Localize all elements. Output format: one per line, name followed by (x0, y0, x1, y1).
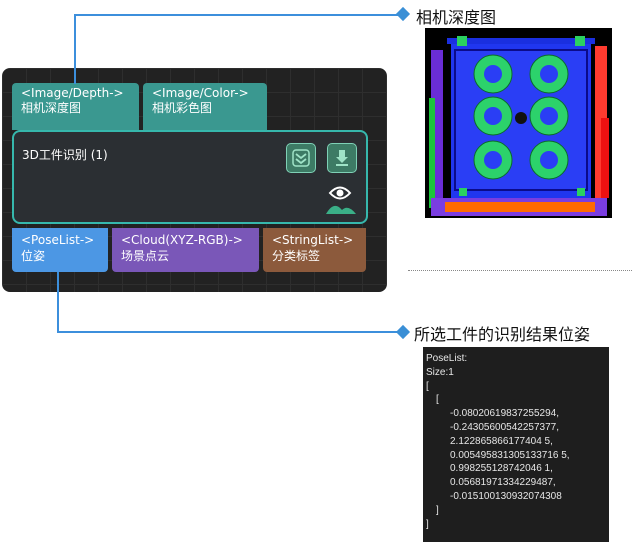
input-port-depth[interactable]: <Image/Depth-> 相机深度图 (12, 83, 139, 130)
connector-diamond-icon (395, 6, 411, 22)
pose-inner-open: [ (436, 394, 439, 406)
pose-output-panel: PoseList: Size:1 [ [ -0.0802061983725529… (423, 347, 609, 542)
port-name: 场景点云 (121, 249, 170, 263)
input-port-color[interactable]: <Image/Color-> 相机彩色图 (143, 83, 267, 130)
depth-image (425, 28, 612, 218)
pose-header: PoseList: (426, 353, 468, 364)
depth-callout-label: 相机深度图 (416, 8, 497, 27)
output-port-poselist[interactable]: <PoseList-> 位姿 (12, 228, 108, 272)
pose-value: 0.05681971334229487, (450, 477, 556, 489)
collapse-button[interactable] (286, 143, 316, 173)
port-name: 位姿 (21, 249, 46, 263)
connector-depth-vertical (74, 14, 76, 84)
pose-value: -0.015100130932074308 (450, 490, 562, 502)
pose-value: -0.24305600542257377, (450, 421, 559, 433)
separator (408, 270, 632, 271)
connector-pose-vertical (57, 272, 59, 333)
port-type: <StringList-> (272, 233, 354, 247)
pose-callout-label: 所选工件的识别结果位姿 (414, 325, 591, 344)
output-port-cloud[interactable]: <Cloud(XYZ-RGB)-> 场景点云 (112, 228, 259, 272)
port-name: 相机深度图 (21, 101, 82, 115)
download-button[interactable] (327, 143, 357, 173)
download-icon (336, 150, 348, 166)
pose-value: 0.998255128742046 1, (450, 463, 553, 475)
pose-value: -0.08020619837255294, (450, 408, 559, 420)
port-type: <PoseList-> (21, 233, 95, 247)
pose-value: 2.122865866177404 5, (450, 435, 553, 447)
node-title: 3D工件识别 (1) (22, 148, 108, 162)
port-type: <Cloud(XYZ-RGB)-> (121, 233, 243, 247)
connector-diamond-icon (395, 324, 411, 340)
eye-visibility-icon[interactable] (322, 182, 358, 218)
pose-close-bracket: ] (426, 518, 429, 530)
connector-depth-horizontal (74, 14, 400, 16)
port-type: <Image/Color-> (152, 86, 249, 100)
connector-pose-horizontal (57, 331, 400, 333)
port-name: 分类标签 (272, 249, 321, 263)
pose-size: Size:1 (426, 366, 454, 378)
pose-value: 0.005495831305133716 5, (450, 449, 570, 461)
step-node-3d-workpiece[interactable]: 3D工件识别 (1) (12, 130, 368, 224)
chevron-double-down-icon (292, 149, 310, 167)
pose-inner-close: ] (436, 504, 439, 516)
port-name: 相机彩色图 (152, 101, 213, 115)
output-port-stringlist[interactable]: <StringList-> 分类标签 (263, 228, 366, 272)
port-type: <Image/Depth-> (21, 86, 124, 100)
pose-open-bracket: [ (426, 380, 429, 392)
